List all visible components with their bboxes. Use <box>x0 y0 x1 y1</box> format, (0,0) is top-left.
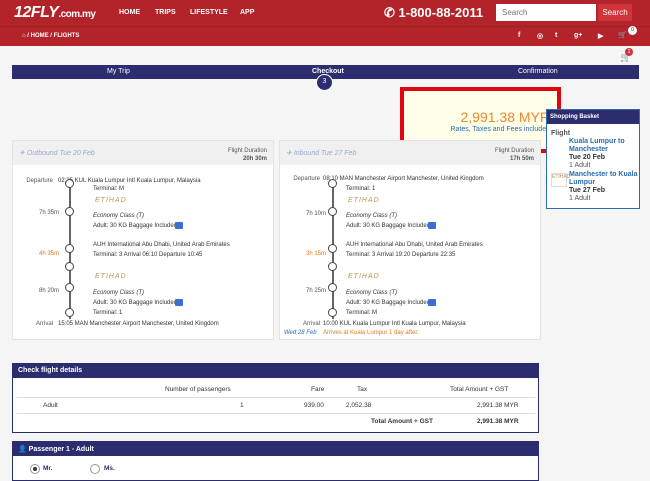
inbound-arrival: 10:00 KUL Kuala Lumpur Intl Kuala Lumpur… <box>323 321 466 327</box>
phone-icon: ✆ <box>384 5 399 20</box>
title-mr-radio[interactable] <box>30 464 40 474</box>
baggage-icon <box>428 222 436 229</box>
passenger-panel: 👤 Passenger 1 - Adult Mr. Ms. <box>12 441 539 481</box>
airline-thumb: ETIHAD <box>551 173 570 187</box>
baggage-icon <box>175 222 183 229</box>
row-tax: 2,052.38 <box>346 402 372 409</box>
row-passengers: 1 <box>240 402 244 409</box>
nav-home[interactable]: HOME <box>119 9 140 16</box>
cart-icon[interactable]: 🛒 <box>618 31 628 41</box>
breadcrumb-home[interactable]: HOME <box>31 33 49 39</box>
total-price: 2,991.38 MYR <box>460 109 551 125</box>
inbound-duration: Flight Duration 17h 50m <box>494 148 534 162</box>
grand-total: 2,991.38 MYR <box>477 418 519 425</box>
baggage-icon <box>175 299 183 306</box>
basket-count-badge: 1 <box>625 48 633 56</box>
passenger-title: Passenger 1 - Adult <box>28 446 94 453</box>
plane-icon: ✈ <box>286 150 294 157</box>
title-ms-radio[interactable] <box>90 464 100 474</box>
outbound-flight-card: ✈ Outbound Tue 20 Feb Flight Duration 20h… <box>12 140 274 340</box>
twitter-icon[interactable]: t <box>555 32 557 39</box>
outbound-arrival: 15:05 MAN Manchester Airport Manchester,… <box>58 321 219 327</box>
arrival-note: Arrives at Kuala Lumpur 1 day after. <box>323 330 419 336</box>
youtube-icon[interactable]: ▶ <box>598 32 603 40</box>
price-note: Rates, Taxes and Fees included <box>450 126 551 133</box>
google-plus-icon[interactable]: g+ <box>574 32 582 39</box>
nav-lifestyle[interactable]: LIFESTYLE <box>190 9 228 16</box>
outbound-departure: 02:35 KUL Kuala Lumpur Intl Kuala Lumpur… <box>58 178 201 184</box>
sub-navbar: ⌂ / HOME / FLIGHTS f ◎ t g+ ▶ 🛒 0 <box>0 26 650 46</box>
etihad-logo: ETIHAD <box>95 197 127 204</box>
breadcrumb: ⌂ / HOME / FLIGHTS <box>22 33 80 39</box>
step-confirmation: Confirmation <box>518 68 558 75</box>
basket-title: Shopping Basket <box>547 110 639 124</box>
outbound-duration: Flight Duration 20h 30m <box>227 148 267 162</box>
flight-details-title: Check flight details <box>13 364 538 378</box>
nav-app[interactable]: APP <box>240 9 254 16</box>
user-icon: 👤 <box>18 446 29 453</box>
outbound-header: Outbound Tue 20 Feb <box>26 150 95 157</box>
instagram-icon[interactable]: ◎ <box>537 32 543 40</box>
search-input[interactable] <box>496 4 596 21</box>
shopping-basket: Shopping Basket Flight Kuala Lumpur to M… <box>546 109 640 209</box>
etihad-logo: ETIHAD <box>95 273 127 280</box>
row-type: Adult <box>43 402 58 409</box>
plane-icon: ✈ <box>19 150 27 157</box>
etihad-logo: ETIHAD <box>348 197 380 204</box>
etihad-logo: ETIHAD <box>348 273 380 280</box>
phone-number[interactable]: ✆ 1-800-88-2011 <box>384 5 483 21</box>
cart-count-badge: 0 <box>628 26 637 35</box>
search-button[interactable]: Search <box>598 4 632 21</box>
row-fare: 939.00 <box>304 402 324 409</box>
inbound-flight-card: ✈ Inbound Tue 27 Feb Flight Duration 17h … <box>279 140 541 340</box>
step-my-trip[interactable]: My Trip <box>107 68 130 75</box>
inbound-departure: 08:10 MAN Manchester Airport Manchester,… <box>323 176 484 182</box>
step-number: 3 <box>316 74 333 91</box>
row-total: 2,991.38 MYR <box>477 402 519 409</box>
baggage-icon <box>428 299 436 306</box>
facebook-icon[interactable]: f <box>518 32 520 39</box>
nav-trips[interactable]: TRIPS <box>155 9 176 16</box>
breadcrumb-flights[interactable]: FLIGHTS <box>54 33 80 39</box>
flight-details-panel: Check flight details Number of passenger… <box>12 363 539 433</box>
basket-flight-1-route[interactable]: Kuala Lumpur to Manchester <box>569 138 639 154</box>
site-logo[interactable]: 12FLY.com.my <box>14 4 96 22</box>
home-icon[interactable]: ⌂ <box>22 33 26 39</box>
top-navbar: 12FLY.com.my HOME TRIPS LIFESTYLE APP ✆ … <box>0 0 650 26</box>
inbound-header: Inbound Tue 27 Feb <box>293 150 357 157</box>
basket-flight-2-route[interactable]: Manchester to Kuala Lumpur <box>569 171 639 187</box>
